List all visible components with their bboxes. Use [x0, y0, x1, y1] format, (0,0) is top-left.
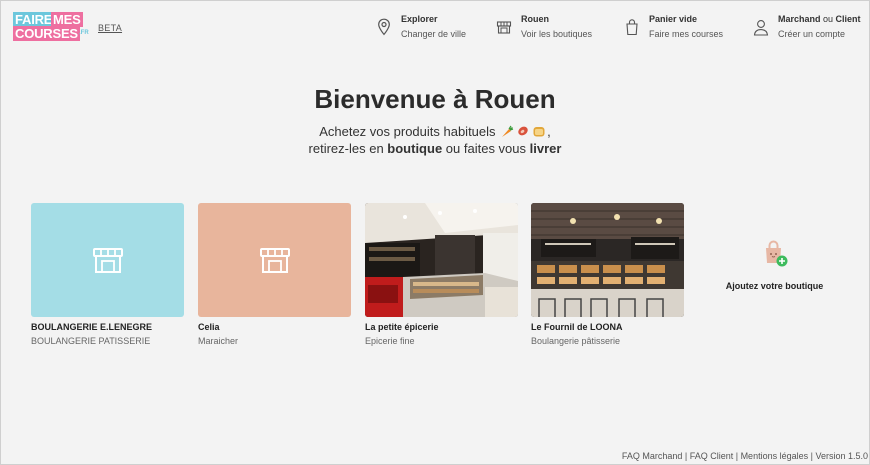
hero-line-2: retirez-les en boutique ou faites vous l…	[0, 141, 870, 156]
bread-icon	[533, 127, 545, 137]
shopping-bag-icon	[626, 19, 638, 36]
version-label: Version 1.5.0	[815, 451, 868, 461]
nav-cart-subtitle: Faire mes courses	[649, 29, 724, 39]
shop-interior-photo	[531, 203, 684, 317]
shop-image[interactable]	[198, 203, 351, 317]
shop-card[interactable]: Le Fournil de LOONA Boulangerie pâtisser…	[531, 203, 684, 346]
faq-client-link[interactable]: FAQ Client	[690, 451, 734, 461]
shop-name: Celia	[198, 322, 220, 332]
merchant-label: Marchand	[778, 14, 821, 24]
footer-separator: |	[682, 451, 690, 461]
hero-line-2-a: retirez-les en	[308, 141, 388, 156]
storefront-icon	[260, 248, 290, 273]
add-shop-button[interactable]: Ajoutez votre boutique	[722, 240, 827, 291]
storefront-icon	[93, 248, 123, 273]
hero-line-1-text: Achetez vos produits habituels	[319, 124, 496, 139]
storefront-icon	[496, 21, 512, 34]
nav-city-subtitle: Voir les boutiques	[521, 29, 593, 39]
logo-word-faire: FAIRE	[13, 12, 55, 27]
shop-card[interactable]: Celia Maraicher	[198, 203, 351, 346]
beta-link[interactable]: BETA	[98, 23, 122, 33]
nav-cart-title: Panier vide	[649, 14, 698, 24]
carrot-icon	[502, 125, 514, 137]
shop-name: BOULANGERIE E.LENEGRE	[31, 322, 153, 332]
shop-photo[interactable]	[531, 203, 684, 317]
logo-suffix: .FR	[79, 30, 89, 36]
hero-livrer-word: livrer	[529, 141, 562, 156]
logo-word-mes: MES	[51, 12, 83, 27]
shop-category: Epicerie fine	[365, 336, 415, 346]
shop-card[interactable]: BOULANGERIE E.LENEGRE BOULANGERIE PATISS…	[31, 203, 184, 346]
footer: FAQ Marchand | FAQ Client | Mentions lég…	[622, 451, 868, 461]
nav-explorer-subtitle: Changer de ville	[401, 29, 467, 39]
shop-name: La petite épicerie	[365, 322, 439, 332]
shop-category: Boulangerie pâtisserie	[531, 336, 621, 346]
page-title: Bienvenue à Rouen	[314, 84, 556, 114]
meat-icon	[518, 126, 528, 136]
shop-image[interactable]	[31, 203, 184, 317]
hero-line-1-end: ,	[547, 124, 551, 139]
hero-line-2-c: ou faites vous	[442, 141, 530, 156]
nav-city-title: Rouen	[521, 14, 549, 24]
logo[interactable]: FAIRE MES COURSES .FR	[13, 12, 89, 41]
add-shop-bag-icon	[765, 240, 787, 267]
shop-name: Le Fournil de LOONA	[531, 322, 623, 332]
map-pin-icon	[378, 18, 390, 36]
legal-link[interactable]: Mentions légales	[741, 451, 809, 461]
logo-word-courses: COURSES	[13, 26, 80, 41]
hero-line-1: Achetez vos produits habituels ,	[0, 124, 870, 139]
nav-account-subtitle: Créer un compte	[778, 29, 846, 39]
or-label: ou	[820, 14, 836, 24]
footer-separator: |	[733, 451, 741, 461]
nav-explorer-title: Explorer	[401, 14, 438, 24]
shop-interior-photo	[365, 203, 518, 317]
shop-photo[interactable]	[365, 203, 518, 317]
faq-merchant-link[interactable]: FAQ Marchand	[622, 451, 683, 461]
shop-card[interactable]: La petite épicerie Epicerie fine	[365, 203, 518, 346]
shop-category: Maraicher	[198, 336, 239, 346]
header: FAIRE MES COURSES .FR BETA Explorer Chan…	[0, 0, 870, 60]
add-shop-label: Ajoutez votre boutique	[725, 281, 824, 291]
user-icon	[753, 20, 769, 36]
client-label: Client	[835, 14, 861, 24]
hero-boutique-word: boutique	[387, 141, 443, 156]
nav-account-title: Marchand ou Client	[778, 14, 861, 24]
shop-category: BOULANGERIE PATISSERIE	[31, 336, 151, 346]
